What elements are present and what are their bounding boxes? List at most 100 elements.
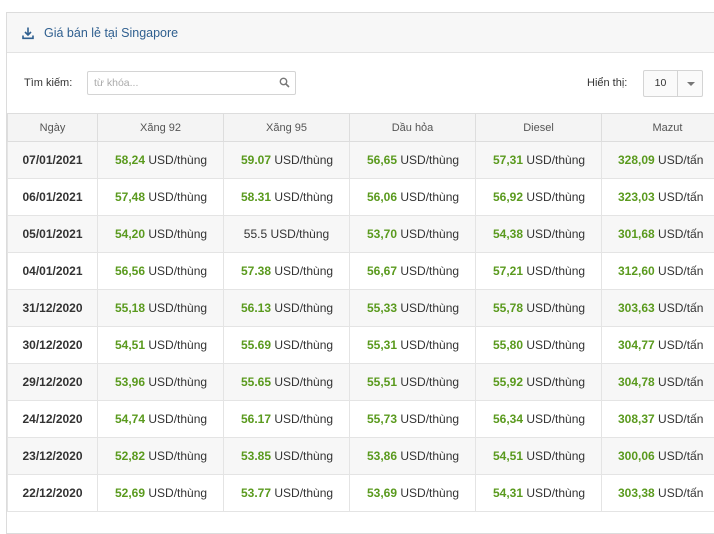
dau-hoa-cell: 56,06 USD/thùng xyxy=(350,179,476,216)
price-unit: USD/thùng xyxy=(526,227,585,241)
price-value: 55.5 xyxy=(244,227,267,241)
header-dau-hoa[interactable]: Dầu hỏa xyxy=(350,114,476,142)
header-date[interactable]: Ngày xyxy=(8,114,98,142)
diesel-cell: 57,21 USD/thùng xyxy=(476,253,602,290)
price-unit: USD/thùng xyxy=(526,338,585,352)
price-value: 54,31 xyxy=(493,486,523,500)
xang-92-cell: 52,82 USD/thùng xyxy=(98,438,224,475)
xang-92-cell: 53,96 USD/thùng xyxy=(98,364,224,401)
price-value: 58,24 xyxy=(115,153,145,167)
page-size-select[interactable]: 10 xyxy=(643,70,703,97)
caret-down-icon[interactable] xyxy=(687,82,695,86)
price-unit: USD/tấn xyxy=(658,264,703,278)
price-unit: USD/thùng xyxy=(274,190,333,204)
header-xang-92[interactable]: Xăng 92 xyxy=(98,114,224,142)
dau-hoa-cell: 55,33 USD/thùng xyxy=(350,290,476,327)
price-unit: USD/thùng xyxy=(400,375,459,389)
diesel-cell: 54,38 USD/thùng xyxy=(476,216,602,253)
xang-92-cell: 54,74 USD/thùng xyxy=(98,401,224,438)
price-unit: USD/thùng xyxy=(271,227,330,241)
xang-92-cell: 58,24 USD/thùng xyxy=(98,142,224,179)
download-icon[interactable] xyxy=(21,26,35,40)
price-value: 52,82 xyxy=(115,449,145,463)
price-table: Ngày Xăng 92 Xăng 95 Dầu hỏa Diesel Mazu… xyxy=(7,113,714,512)
xang-95-cell: 55.65 USD/thùng xyxy=(224,364,350,401)
date-cell: 23/12/2020 xyxy=(8,438,98,475)
date-cell: 06/01/2021 xyxy=(8,179,98,216)
date-cell: 30/12/2020 xyxy=(8,327,98,364)
price-value: 304,78 xyxy=(618,375,655,389)
xang-95-cell: 53.85 USD/thùng xyxy=(224,438,350,475)
price-unit: USD/thùng xyxy=(148,338,207,352)
price-unit: USD/tấn xyxy=(658,375,703,389)
price-value: 55,73 xyxy=(367,412,397,426)
search-label: Tìm kiếm: xyxy=(24,77,72,89)
price-value: 312,60 xyxy=(618,264,655,278)
price-unit: USD/tấn xyxy=(658,227,703,241)
price-unit: USD/thùng xyxy=(148,227,207,241)
table-row: 29/12/2020 53,96 USD/thùng 55.65 USD/thù… xyxy=(8,364,714,401)
price-value: 55.69 xyxy=(241,338,271,352)
price-unit: USD/thùng xyxy=(148,301,207,315)
price-value: 323,03 xyxy=(618,190,655,204)
dau-hoa-cell: 55,73 USD/thùng xyxy=(350,401,476,438)
price-value: 328,09 xyxy=(618,153,655,167)
xang-95-cell: 57.38 USD/thùng xyxy=(224,253,350,290)
price-value: 55,18 xyxy=(115,301,145,315)
dau-hoa-cell: 53,69 USD/thùng xyxy=(350,475,476,512)
price-value: 57,31 xyxy=(493,153,523,167)
price-unit: USD/thùng xyxy=(274,412,333,426)
price-value: 54,74 xyxy=(115,412,145,426)
price-value: 303,63 xyxy=(618,301,655,315)
panel-header: Giá bán lẻ tại Singapore xyxy=(7,13,714,53)
xang-95-cell: 59.07 USD/thùng xyxy=(224,142,350,179)
xang-95-cell: 58.31 USD/thùng xyxy=(224,179,350,216)
xang-95-cell: 56.13 USD/thùng xyxy=(224,290,350,327)
xang-92-cell: 54,51 USD/thùng xyxy=(98,327,224,364)
price-unit: USD/thùng xyxy=(148,449,207,463)
dau-hoa-cell: 56,65 USD/thùng xyxy=(350,142,476,179)
xang-92-cell: 57,48 USD/thùng xyxy=(98,179,224,216)
price-unit: USD/thùng xyxy=(400,338,459,352)
xang-92-cell: 52,69 USD/thùng xyxy=(98,475,224,512)
price-value: 53,86 xyxy=(367,449,397,463)
page-size-label: Hiển thị: xyxy=(587,77,627,89)
page-size-value: 10 xyxy=(644,71,677,96)
price-value: 54,51 xyxy=(493,449,523,463)
dau-hoa-cell: 55,51 USD/thùng xyxy=(350,364,476,401)
search-icon[interactable] xyxy=(279,77,290,88)
price-value: 56,92 xyxy=(493,190,523,204)
search-box[interactable] xyxy=(87,71,296,95)
diesel-cell: 55,78 USD/thùng xyxy=(476,290,602,327)
table-row: 30/12/2020 54,51 USD/thùng 55.69 USD/thù… xyxy=(8,327,714,364)
price-value: 54,20 xyxy=(115,227,145,241)
price-value: 54,51 xyxy=(115,338,145,352)
dau-hoa-cell: 53,70 USD/thùng xyxy=(350,216,476,253)
mazut-cell: 303,38 USD/tấn xyxy=(602,475,714,512)
price-unit: USD/thùng xyxy=(526,153,585,167)
date-cell: 04/01/2021 xyxy=(8,253,98,290)
price-unit: USD/thùng xyxy=(526,301,585,315)
price-unit: USD/thùng xyxy=(274,338,333,352)
price-value: 53.85 xyxy=(241,449,271,463)
header-diesel[interactable]: Diesel xyxy=(476,114,602,142)
xang-95-cell: 56.17 USD/thùng xyxy=(224,401,350,438)
panel-title: Giá bán lẻ tại Singapore xyxy=(44,26,178,40)
search-input[interactable] xyxy=(94,75,274,91)
header-xang-95[interactable]: Xăng 95 xyxy=(224,114,350,142)
price-value: 55,33 xyxy=(367,301,397,315)
price-unit: USD/thùng xyxy=(400,153,459,167)
date-cell: 24/12/2020 xyxy=(8,401,98,438)
price-unit: USD/thùng xyxy=(274,264,333,278)
price-unit: USD/tấn xyxy=(658,338,703,352)
price-value: 56,34 xyxy=(493,412,523,426)
header-mazut[interactable]: Mazut xyxy=(602,114,714,142)
price-unit: USD/tấn xyxy=(658,301,703,315)
price-unit: USD/thùng xyxy=(526,190,585,204)
price-value: 57,21 xyxy=(493,264,523,278)
price-value: 57,48 xyxy=(115,190,145,204)
xang-95-cell: 55.5 USD/thùng xyxy=(224,216,350,253)
price-value: 56,67 xyxy=(367,264,397,278)
price-unit: USD/thùng xyxy=(148,264,207,278)
price-unit: USD/thùng xyxy=(148,486,207,500)
